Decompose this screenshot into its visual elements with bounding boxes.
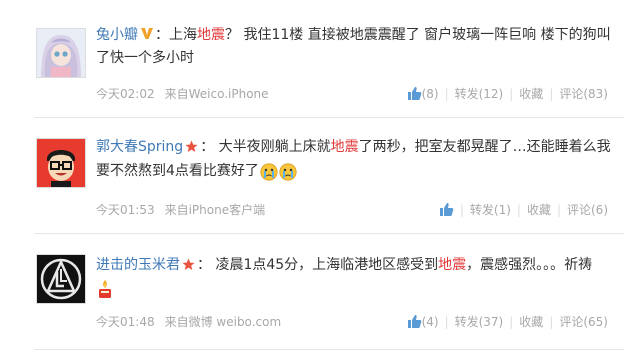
crying-face-icon — [260, 163, 278, 188]
avatar-linkin-park-logo — [37, 255, 85, 303]
repost-button[interactable]: 转发(1) — [470, 203, 511, 217]
comment-button[interactable]: 评论(6) — [567, 203, 608, 217]
action-bar: (4) | 转发(37) | 收藏 | 评论(65) — [407, 312, 608, 332]
divider: | — [459, 203, 464, 217]
text-before: ： 大半夜刚躺上床就 — [200, 139, 331, 155]
weibo-feed: 兔小瓣 ：上海地震？ 我住11楼 直接被地震震醒了 窗户玻璃一阵巨响 楼下的狗叫了… — [0, 0, 644, 355]
thumbs-up-icon — [407, 86, 422, 101]
thumbs-up-icon — [439, 202, 454, 217]
comment-button[interactable]: 评论(65) — [559, 315, 608, 329]
source-link[interactable]: 来自iPhone客户端 — [165, 203, 266, 217]
avatar-anime-girl — [37, 29, 85, 77]
star-badge-icon — [182, 256, 195, 278]
favorite-button[interactable]: 收藏 — [519, 87, 543, 101]
divider-line — [34, 349, 624, 350]
post-meta: 今天01:53 来自iPhone客户端 | 转发(1) | 收藏 | 评论(6) — [96, 200, 608, 220]
keyword-link[interactable]: 地震 — [438, 257, 466, 273]
avatar[interactable] — [36, 254, 86, 304]
divider: | — [509, 315, 514, 329]
like-count: (4) — [421, 315, 439, 329]
timestamp[interactable]: 今天02:02 — [96, 87, 155, 101]
post-meta: 今天01:48 来自微博 weibo.com (4) | 转发(37) | 收藏 | 评论(6… — [96, 312, 608, 332]
comment-button[interactable]: 评论(83) — [559, 87, 608, 101]
like-button[interactable] — [439, 203, 454, 217]
username[interactable]: 郭大春Spring — [96, 139, 183, 155]
username[interactable]: 兔小瓣 — [96, 27, 138, 43]
post-text: 郭大春Spring： 大半夜刚躺上床就地震了两秒，把室友都晃醒了…还能睡着么我要… — [96, 136, 616, 188]
avatar[interactable] — [36, 138, 86, 188]
post-3: 进击的玉米君 ： 凌晨1点45分，上海临港地区感受到地震，震感强烈。。。祈祷 今天… — [0, 234, 644, 355]
star-badge-icon — [185, 138, 198, 160]
divider: | — [444, 315, 449, 329]
source-link[interactable]: 来自微博 weibo.com — [165, 315, 282, 329]
thumbs-up-icon — [407, 314, 422, 329]
favorite-button[interactable]: 收藏 — [527, 203, 551, 217]
divider: | — [556, 203, 561, 217]
post-text: 兔小瓣 ：上海地震？ 我住11楼 直接被地震震醒了 窗户玻璃一阵巨响 楼下的狗叫了… — [96, 24, 616, 69]
timestamp[interactable]: 今天01:53 — [96, 203, 155, 217]
v-badge-icon — [140, 25, 154, 47]
text-after: ，震感强烈。。。祈祷 — [466, 257, 593, 273]
action-bar: (8) | 转发(12) | 收藏 | 评论(83) — [407, 84, 608, 104]
text-before: ：上海 — [155, 27, 197, 43]
avatar[interactable] — [36, 28, 86, 78]
avatar-cartoon-glasses — [37, 139, 85, 187]
source-link[interactable]: 来自Weico.iPhone — [165, 87, 269, 101]
crying-face-icon — [279, 163, 297, 188]
repost-button[interactable]: 转发(12) — [455, 87, 504, 101]
divider: | — [516, 203, 521, 217]
divider: | — [549, 315, 554, 329]
like-button[interactable]: (4) — [407, 315, 439, 329]
post-meta: 今天02:02 来自Weico.iPhone (8) | 转发(12) | 收藏 | 评论(8… — [96, 84, 608, 104]
divider: | — [549, 87, 554, 101]
keyword-link[interactable]: 地震 — [197, 27, 225, 43]
post-2: 郭大春Spring： 大半夜刚躺上床就地震了两秒，把室友都晃醒了…还能睡着么我要… — [0, 118, 644, 236]
candle-icon — [96, 279, 114, 306]
repost-button[interactable]: 转发(37) — [455, 315, 504, 329]
post-1: 兔小瓣 ：上海地震？ 我住11楼 直接被地震震醒了 窗户玻璃一阵巨响 楼下的狗叫了… — [0, 0, 644, 118]
text-before: ： 凌晨1点45分，上海临港地区感受到 — [197, 257, 439, 273]
divider: | — [509, 87, 514, 101]
username[interactable]: 进击的玉米君 — [96, 257, 180, 273]
action-bar: | 转发(1) | 收藏 | 评论(6) — [439, 200, 608, 220]
keyword-link[interactable]: 地震 — [331, 139, 359, 155]
divider: | — [444, 87, 449, 101]
favorite-button[interactable]: 收藏 — [519, 315, 543, 329]
like-button[interactable]: (8) — [407, 87, 439, 101]
post-text: 进击的玉米君 ： 凌晨1点45分，上海临港地区感受到地震，震感强烈。。。祈祷 — [96, 254, 616, 306]
timestamp[interactable]: 今天01:48 — [96, 315, 155, 329]
like-count: (8) — [421, 87, 439, 101]
